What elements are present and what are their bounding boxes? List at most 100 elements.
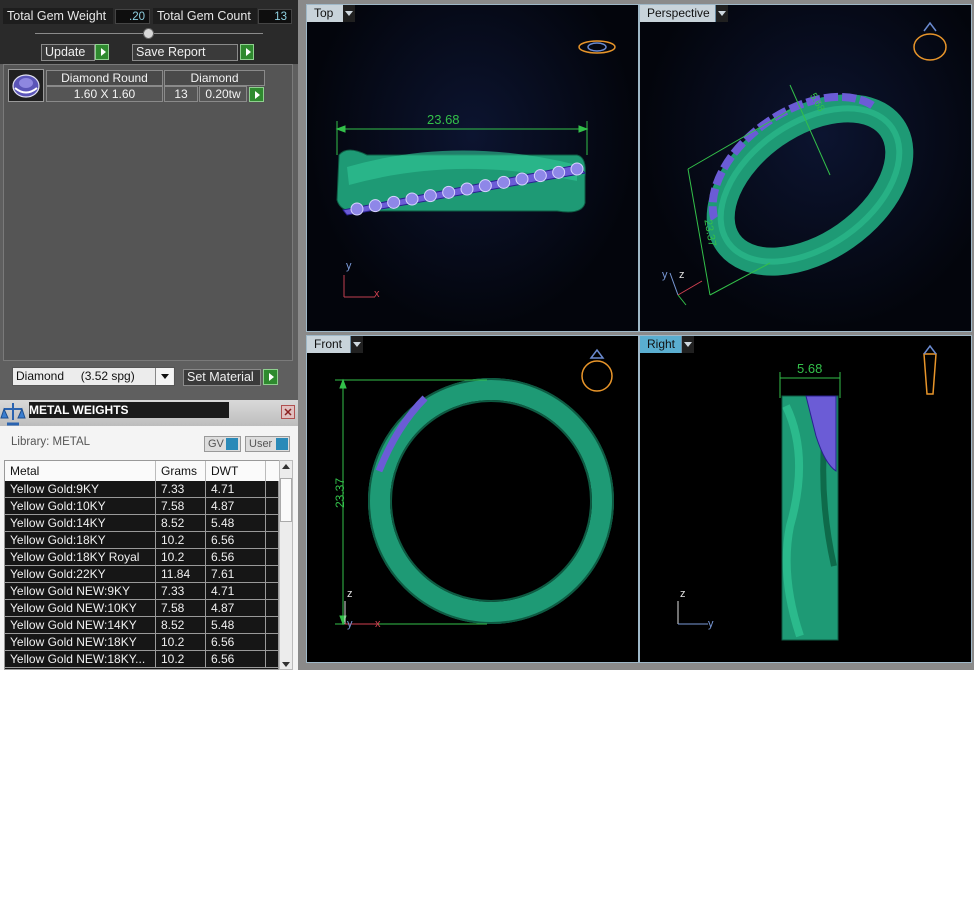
total-gem-count-value[interactable]: 13 xyxy=(258,9,292,24)
cell-dwt: 4.87 xyxy=(206,600,266,617)
column-header-spacer xyxy=(266,461,280,481)
column-header-metal[interactable]: Metal xyxy=(5,461,156,481)
front-dimension-label: 23.37 xyxy=(333,477,348,509)
right-axis-z: z xyxy=(680,588,686,600)
cell-dwt: 5.48 xyxy=(206,515,266,532)
front-axis-z: z xyxy=(347,588,353,600)
table-row[interactable]: Yellow Gold NEW:14KY 8.52 5.48 xyxy=(5,617,278,634)
gem-size-cell: 1.60 X 1.60 xyxy=(46,86,163,102)
user-label: User xyxy=(249,438,273,450)
total-gem-weight-value[interactable]: .20 xyxy=(115,9,150,24)
table-row[interactable]: Yellow Gold:18KY 10.2 6.56 xyxy=(5,532,278,549)
gem-list xyxy=(3,64,293,361)
metal-weights-title: METAL WEIGHTS xyxy=(29,402,229,418)
gem-stone xyxy=(460,182,474,196)
save-report-go-icon[interactable] xyxy=(240,44,254,60)
scroll-up-icon[interactable] xyxy=(279,460,293,474)
top-view-tab[interactable]: Top xyxy=(307,5,347,22)
ring-front-view xyxy=(368,378,614,624)
cell-dwt: 6.56 xyxy=(206,651,266,668)
gem-weight-cell: 0.20tw xyxy=(199,86,247,102)
cell-grams: 11.84 xyxy=(156,566,206,583)
cell-dwt: 6.56 xyxy=(206,549,266,566)
app-window: Total Gem Weight .20 Total Gem Count 13 … xyxy=(0,0,974,670)
dimension-line-top xyxy=(335,121,589,155)
table-row[interactable]: Yellow Gold NEW:18KY 10.2 6.56 xyxy=(5,634,278,651)
save-report-button[interactable]: Save Report xyxy=(132,44,238,61)
ring-nav-icon-front[interactable] xyxy=(581,348,613,392)
top-axis-y: y xyxy=(346,260,352,272)
table-row[interactable]: Yellow Gold NEW:18KY... 10.2 6.56 xyxy=(5,651,278,668)
perspective-axis-y: y xyxy=(662,269,668,281)
gem-stone xyxy=(478,179,492,193)
gem-stone xyxy=(442,185,456,199)
perspective-viewport[interactable]: 23.37 5.68 y z xyxy=(639,4,972,332)
right-axis-y: y xyxy=(708,618,714,630)
cell-grams: 7.58 xyxy=(156,600,206,617)
gem-material-header: Diamond xyxy=(164,70,265,86)
cell-metal: Yellow Gold NEW:10KY xyxy=(5,600,156,617)
material-select[interactable]: Diamond (3.52 spg) xyxy=(12,367,175,386)
cell-grams: 10.2 xyxy=(156,651,206,668)
ring-nav-icon-perspective[interactable] xyxy=(913,21,947,61)
scroll-down-icon[interactable] xyxy=(279,658,293,670)
gv-label: GV xyxy=(208,438,224,450)
table-row[interactable]: Yellow Gold NEW:9KY 7.33 4.71 xyxy=(5,583,278,600)
table-row[interactable]: Yellow Gold NEW:10KY 7.58 4.87 xyxy=(5,600,278,617)
front-viewport[interactable]: 23.37 z x y xyxy=(306,335,639,663)
front-view-tab[interactable]: Front xyxy=(307,336,351,353)
ring-side-view xyxy=(781,395,839,641)
table-row[interactable]: Yellow Gold:14KY 8.52 5.48 xyxy=(5,515,278,532)
ring-nav-icon-right[interactable] xyxy=(923,344,937,395)
cell-metal: Yellow Gold:18KY xyxy=(5,532,156,549)
gem-stone xyxy=(533,169,547,183)
right-view-tab[interactable]: Right xyxy=(640,336,682,353)
scroll-thumb[interactable] xyxy=(280,478,292,522)
perspective-view-tab[interactable]: Perspective xyxy=(640,5,716,22)
cell-metal: Yellow Gold NEW:14KY xyxy=(5,617,156,634)
front-view-menu-icon[interactable] xyxy=(351,336,363,353)
gem-stone xyxy=(552,165,566,179)
top-viewport[interactable]: 23.68 y x xyxy=(306,4,639,332)
splitter-handle[interactable] xyxy=(143,28,154,39)
diamond-round-icon xyxy=(12,74,40,98)
top-view-menu-icon[interactable] xyxy=(343,5,355,22)
axis-indicator-top xyxy=(343,275,375,298)
cell-metal: Yellow Gold NEW:18KY... xyxy=(5,651,156,668)
right-viewport[interactable]: 5.68 z y xyxy=(639,335,972,663)
axis-indicator-right xyxy=(677,601,708,625)
cell-dwt: 6.56 xyxy=(206,634,266,651)
front-axis-x: x xyxy=(375,618,381,630)
cell-dwt: 4.71 xyxy=(206,481,266,498)
update-button[interactable]: Update xyxy=(41,44,95,61)
cell-metal: Yellow Gold:10KY xyxy=(5,498,156,515)
cell-grams: 7.33 xyxy=(156,481,206,498)
column-header-grams[interactable]: Grams xyxy=(156,461,206,481)
cell-metal: Yellow Gold:14KY xyxy=(5,515,156,532)
cell-dwt: 6.56 xyxy=(206,532,266,549)
table-row[interactable]: Yellow Gold:18KY Royal 10.2 6.56 xyxy=(5,549,278,566)
perspective-view-menu-icon[interactable] xyxy=(716,5,728,22)
column-header-dwt[interactable]: DWT xyxy=(206,461,266,481)
total-gem-weight-label: Total Gem Weight xyxy=(3,8,113,24)
gem-weight-go-icon[interactable] xyxy=(249,87,264,102)
cell-metal: Yellow Gold:18KY Royal xyxy=(5,549,156,566)
close-icon[interactable] xyxy=(281,405,295,419)
cell-grams: 8.52 xyxy=(156,515,206,532)
cell-metal: Yellow Gold:9KY xyxy=(5,481,156,498)
table-row[interactable]: Yellow Gold:22KY 11.84 7.61 xyxy=(5,566,278,583)
set-material-button[interactable]: Set Material xyxy=(183,369,261,386)
scale-icon xyxy=(0,400,26,428)
right-view-menu-icon[interactable] xyxy=(682,336,694,353)
gv-info-icon[interactable] xyxy=(226,438,238,450)
gem-thumbnail[interactable] xyxy=(8,69,44,102)
update-go-icon[interactable] xyxy=(95,44,109,60)
cell-dwt: 5.48 xyxy=(206,617,266,634)
ring-nav-icon-top[interactable] xyxy=(578,40,616,54)
table-row[interactable]: Yellow Gold:9KY 7.33 4.71 xyxy=(5,481,278,498)
chevron-down-icon[interactable] xyxy=(155,368,173,385)
set-material-go-icon[interactable] xyxy=(263,369,278,385)
table-row[interactable]: Yellow Gold:10KY 7.58 4.87 xyxy=(5,498,278,515)
user-info-icon[interactable] xyxy=(276,438,288,450)
gem-count-cell: 13 xyxy=(164,86,198,102)
